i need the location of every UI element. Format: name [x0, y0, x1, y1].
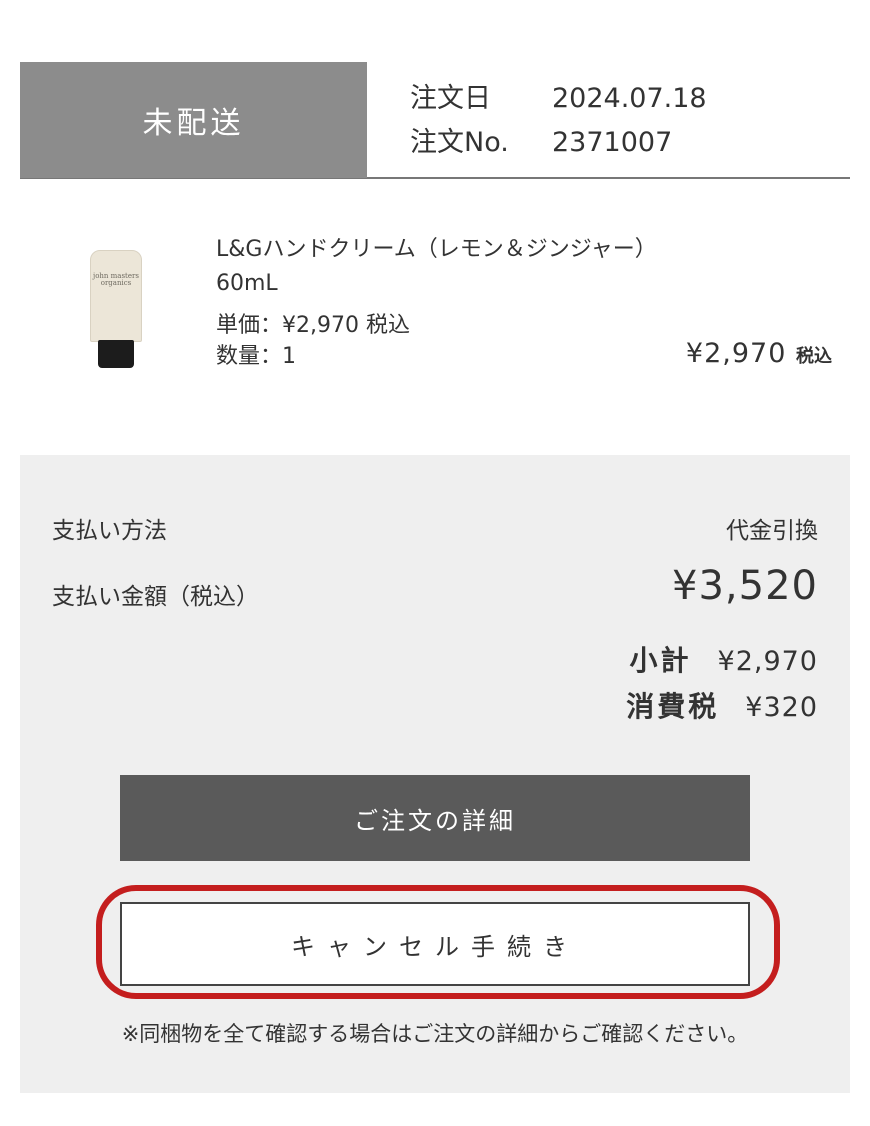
tax-row: 消費税 ¥320	[626, 685, 818, 725]
product-quantity: 数量：1	[216, 344, 296, 369]
hand-cream-tube-icon: john masters organics	[90, 250, 142, 342]
product-unit-price: 単価：¥2,970 税込	[216, 313, 410, 338]
order-number-row: 注文No. 2371007	[410, 126, 672, 160]
order-detail-button[interactable]: ご注文の詳細	[120, 775, 750, 861]
bundled-items-note: ※同梱物を全て確認する場合はご注文の詳細からご確認ください。	[121, 1022, 749, 1046]
cancel-order-button[interactable]: キャンセル手続き	[120, 902, 750, 986]
order-number-label: 注文No.	[410, 127, 509, 158]
order-number-value: 2371007	[552, 127, 673, 158]
product-image: john masters organics	[88, 250, 144, 368]
subtotal-value: ¥2,970	[717, 646, 818, 677]
payment-summary-panel: 支払い方法 代金引換 支払い金額（税込） ¥3,520 小計 ¥2,970 消費…	[20, 455, 850, 1093]
tax-value: ¥320	[745, 692, 818, 723]
order-date-row: 注文日 2024.07.18	[410, 82, 707, 116]
order-date-label: 注文日	[410, 83, 491, 114]
payment-method-value: 代金引換	[726, 518, 818, 544]
tax-label: 消費税	[626, 690, 720, 723]
order-header: 未配送 注文日 2024.07.18 注文No. 2371007	[20, 62, 850, 179]
payment-method-label: 支払い方法	[52, 518, 167, 544]
payment-amount-label: 支払い金額（税込）	[52, 584, 259, 610]
line-total-value: ¥2,970	[685, 338, 787, 369]
tube-cap	[98, 340, 134, 368]
product-image-brand-text: john masters organics	[93, 272, 139, 287]
product-line-total: ¥2,970 税込	[686, 338, 832, 369]
subtotal-label: 小計	[629, 644, 692, 677]
subtotal-row: 小計 ¥2,970	[630, 639, 819, 679]
order-date-value: 2024.07.18	[552, 83, 707, 114]
order-status-badge: 未配送	[20, 62, 367, 178]
payment-amount-value: ¥3,520	[672, 563, 818, 609]
order-history-card: 未配送 注文日 2024.07.18 注文No. 2371007 john ma…	[0, 0, 870, 1126]
product-name: L&Gハンドクリーム（レモン＆ジンジャー）	[216, 237, 657, 262]
product-size: 60mL	[216, 271, 278, 296]
line-total-tax-label: 税込	[796, 346, 832, 367]
